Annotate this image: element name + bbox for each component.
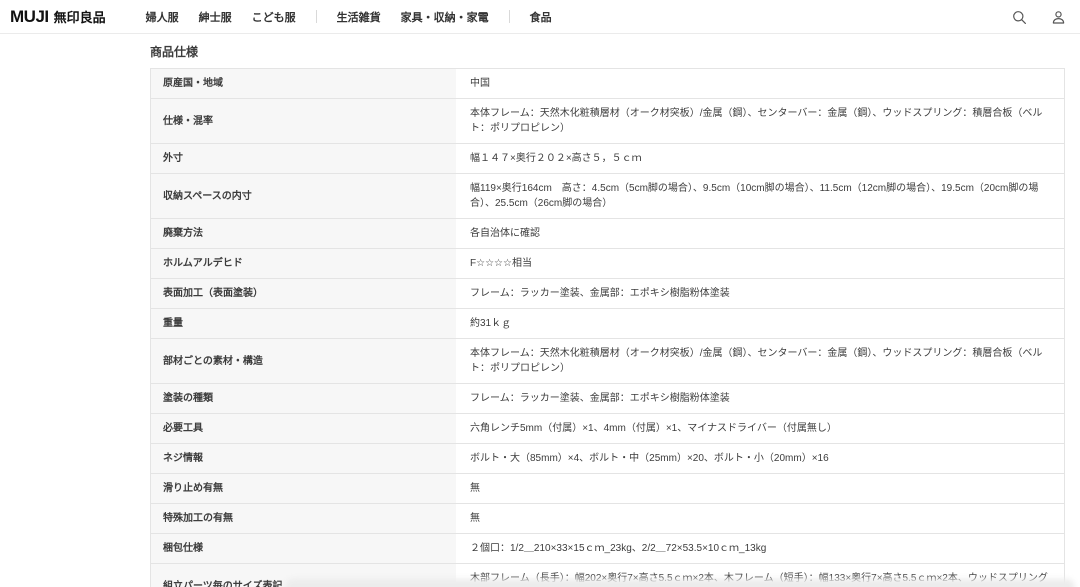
spec-label: 塗装の種類 <box>151 384 456 413</box>
muji-logo-en: MUJI <box>10 7 49 27</box>
spec-value-text: 本体フレーム：天然木化粧積層材（オーク材突板）/金属（鋼）、センターバー：金属（… <box>470 106 1050 136</box>
spec-value: 中国 <box>456 69 1064 98</box>
spec-value-text: フレーム：ラッカー塗装、金属部：エポキシ樹脂粉体塗装 <box>470 391 730 406</box>
search-icon[interactable] <box>1012 10 1027 25</box>
page-title: 商品仕様 <box>150 34 1065 68</box>
spec-value: フレーム：ラッカー塗装、金属部：エポキシ樹脂粉体塗装 <box>456 279 1064 308</box>
muji-logo[interactable]: MUJI 無印良品 <box>10 7 106 27</box>
table-row: 必要工具六角レンチ5mm（付属）×1、4mm（付属）×1、マイナスドライバー（付… <box>151 414 1064 444</box>
spec-label: 原産国・地域 <box>151 69 456 98</box>
table-row: 特殊加工の有無無 <box>151 504 1064 534</box>
nav-item-4[interactable]: 生活雑貨 <box>337 9 381 25</box>
table-row: 原産国・地域中国 <box>151 69 1064 99</box>
spec-label: 滑り止め有無 <box>151 474 456 503</box>
header: MUJI 無印良品 婦人服 紳士服 こども服 生活雑貨 家具・収納・家電 食品 <box>0 0 1080 34</box>
nav-divider <box>316 10 317 23</box>
table-row: ホルムアルデヒド F☆☆☆☆相当 <box>151 249 1064 279</box>
spec-value: 幅119×奥行164cm 高さ：4.5cm（5cm脚の場合）、9.5cm（10c… <box>456 174 1064 218</box>
spec-value: ボルト・大（85mm）×4、ボルト・中（25mm）×20、ボルト・小（20mm）… <box>456 444 1064 473</box>
spec-value-text: 中国 <box>470 76 490 91</box>
spec-value: 無 <box>456 504 1064 533</box>
spec-value-text: 各自治体に確認 <box>470 226 540 241</box>
nav-divider <box>509 10 510 23</box>
nav-item-2[interactable]: こども服 <box>252 9 296 25</box>
spec-value-text: 六角レンチ5mm（付属）×1、4mm（付属）×1、マイナスドライバー（付属無し） <box>470 421 837 436</box>
table-row: 塗装の種類フレーム：ラッカー塗装、金属部：エポキシ樹脂粉体塗装 <box>151 384 1064 414</box>
table-row: ネジ情報ボルト・大（85mm）×4、ボルト・中（25mm）×20、ボルト・小（2… <box>151 444 1064 474</box>
spec-label: ホルムアルデヒド <box>151 249 456 278</box>
spec-label: 梱包仕様 <box>151 534 456 563</box>
table-row: 重量約31ｋｇ <box>151 309 1064 339</box>
header-icons <box>1012 0 1066 34</box>
table-row: 梱包仕様 ２個口：1/2＿210×33×15ｃｍ_23kg、2/2＿72×53.5… <box>151 534 1064 564</box>
spec-value: 本体フレーム：天然木化粧積層材（オーク材突板）/金属（鋼）、センターバー：金属（… <box>456 339 1064 383</box>
spec-label: 特殊加工の有無 <box>151 504 456 533</box>
muji-logo-jp: 無印良品 <box>54 7 106 26</box>
spec-value-text: 無 <box>470 511 480 526</box>
spec-value-text: ２個口：1/2＿210×33×15ｃｍ_23kg、2/2＿72×53.5×10ｃ… <box>470 541 766 556</box>
nav-item-1[interactable]: 紳士服 <box>199 9 232 25</box>
spec-value-text: フレーム：ラッカー塗装、金属部：エポキシ樹脂粉体塗装 <box>470 286 730 301</box>
spec-value: フレーム：ラッカー塗装、金属部：エポキシ樹脂粉体塗装 <box>456 384 1064 413</box>
spec-value: ２個口：1/2＿210×33×15ｃｍ_23kg、2/2＿72×53.5×10ｃ… <box>456 534 1064 563</box>
spec-label: 収納スペースの内寸 <box>151 174 456 218</box>
nav-item-5[interactable]: 家具・収納・家電 <box>401 9 489 25</box>
spec-label: 外寸 <box>151 144 456 173</box>
table-row: 収納スペースの内寸幅119×奥行164cm 高さ：4.5cm（5cm脚の場合）、… <box>151 174 1064 219</box>
spec-label: ネジ情報 <box>151 444 456 473</box>
spec-value: 六角レンチ5mm（付属）×1、4mm（付属）×1、マイナスドライバー（付属無し） <box>456 414 1064 443</box>
spec-value-text: ボルト・大（85mm）×4、ボルト・中（25mm）×20、ボルト・小（20mm）… <box>470 451 829 466</box>
spec-value: 約31ｋｇ <box>456 309 1064 338</box>
spec-value-text: 本体フレーム：天然木化粧積層材（オーク材突板）/金属（鋼）、センターバー：金属（… <box>470 346 1050 376</box>
spec-label: 部材ごとの素材・構造 <box>151 339 456 383</box>
table-row: 廃棄方法各自治体に確認 <box>151 219 1064 249</box>
spec-label: 仕様・混率 <box>151 99 456 143</box>
spec-value-text: 幅１４７×奥行２０２×高さ５，５ｃｍ <box>470 151 642 166</box>
spec-label: 重量 <box>151 309 456 338</box>
spec-value: 本体フレーム：天然木化粧積層材（オーク材突板）/金属（鋼）、センターバー：金属（… <box>456 99 1064 143</box>
table-row: 仕様・混率本体フレーム：天然木化粧積層材（オーク材突板）/金属（鋼）、センターバ… <box>151 99 1064 144</box>
spec-value-text: 約31ｋｇ <box>470 316 511 331</box>
spec-label: 廃棄方法 <box>151 219 456 248</box>
table-row: 表面加工（表面塗装） フレーム：ラッカー塗装、金属部：エポキシ樹脂粉体塗装 <box>151 279 1064 309</box>
spec-label: 表面加工（表面塗装） <box>151 279 456 308</box>
spec-table: 原産国・地域中国仕様・混率本体フレーム：天然木化粧積層材（オーク材突板）/金属（… <box>150 68 1065 587</box>
spec-value-text: 無 <box>470 481 480 496</box>
spec-value: 幅１４７×奥行２０２×高さ５，５ｃｍ <box>456 144 1064 173</box>
below-fold-shadow <box>285 579 1075 587</box>
spec-label: 必要工具 <box>151 414 456 443</box>
table-row: 滑り止め有無無 <box>151 474 1064 504</box>
account-icon[interactable] <box>1051 10 1066 25</box>
main-nav: 婦人服 紳士服 こども服 生活雑貨 家具・収納・家電 食品 <box>146 9 552 25</box>
spec-value: 無 <box>456 474 1064 503</box>
spec-value-text: 幅119×奥行164cm 高さ：4.5cm（5cm脚の場合）、9.5cm（10c… <box>470 181 1050 211</box>
spec-value: F☆☆☆☆相当 <box>456 249 1064 278</box>
main-content: 商品仕様 原産国・地域中国仕様・混率本体フレーム：天然木化粧積層材（オーク材突板… <box>150 34 1065 587</box>
spec-value: 各自治体に確認 <box>456 219 1064 248</box>
spec-value-text: F☆☆☆☆相当 <box>470 256 532 271</box>
nav-item-0[interactable]: 婦人服 <box>146 9 179 25</box>
table-row: 部材ごとの素材・構造本体フレーム：天然木化粧積層材（オーク材突板）/金属（鋼）、… <box>151 339 1064 384</box>
nav-item-7[interactable]: 食品 <box>530 9 552 25</box>
table-row: 外寸幅１４７×奥行２０２×高さ５，５ｃｍ <box>151 144 1064 174</box>
